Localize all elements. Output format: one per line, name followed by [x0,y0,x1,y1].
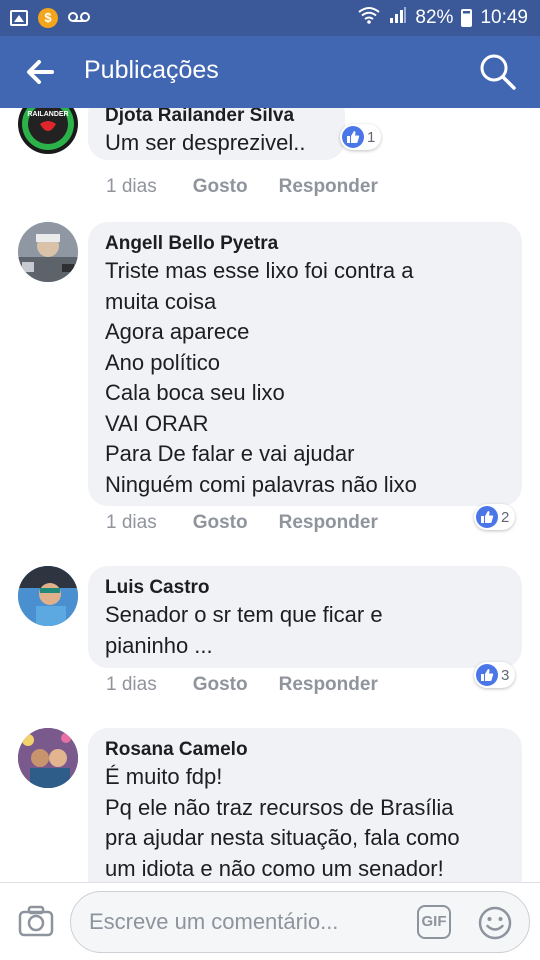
avatar[interactable]: RAILANDER [18,108,78,154]
page-title: Publicações [84,56,219,84]
comment-text: Um ser desprezivel.. [105,130,306,155]
battery-percent: 82% [415,7,454,28]
comment-text: Senador o sr tem que ficar e [105,602,383,627]
reply-button[interactable]: Responder [279,512,378,534]
avatar[interactable] [18,566,78,626]
thumbs-up-icon [342,126,364,148]
voicemail-icon [68,10,90,26]
like-button[interactable]: Gosto [193,512,248,534]
comment-text: um idiota e não como um senador! [105,855,444,881]
comment-meta: 1 dias Gosto Responder [106,674,378,696]
camera-button[interactable] [18,905,54,937]
status-bar: $ 82% 10:49 [0,0,540,36]
search-button[interactable] [478,52,518,92]
comment-author[interactable]: Luis Castro [105,576,504,600]
comment-text: Agora aparece [105,319,250,344]
battery-icon [461,9,473,27]
comment-placeholder: Escreve um comentário... [89,909,339,934]
comment-text: VAI ORAR [105,410,209,436]
avatar[interactable] [18,728,78,788]
comment-text: Pq ele não traz recursos de Brasília [105,794,454,820]
emoji-icon [478,906,512,940]
comment-item: Luis Castro Senador o sr tem que ficar e… [0,566,540,706]
coin-icon: $ [38,8,58,28]
comment-text: Para De falar e vai ajudar [105,441,355,466]
comment-text: pianinho ... [105,632,213,658]
comment-bubble[interactable]: Rosana Camelo É muito fdp! Pq ele não tr… [88,728,522,882]
like-count-badge[interactable]: 3 [474,662,516,688]
comment-text: muita coisa [105,288,217,314]
camera-icon [18,905,54,937]
comment-meta: 1 dias Gosto Responder [106,176,378,198]
reply-button[interactable]: Responder [279,176,378,198]
comment-text: Ano político [105,349,220,375]
comment-time: 1 dias [106,176,157,197]
comment-meta: 1 dias Gosto Responder [106,512,378,534]
like-count-badge[interactable]: 1 [340,124,382,150]
comment-author[interactable]: Rosana Camelo [105,738,504,762]
comment-text: É muito fdp! [105,764,223,789]
comments-list[interactable]: RAILANDER Djota Railander Silva Um ser d… [0,108,540,882]
like-button[interactable]: Gosto [193,176,248,198]
comment-bubble[interactable]: Luis Castro Senador o sr tem que ficar e… [88,566,522,668]
search-icon [480,54,516,90]
comment-text: Ninguém comi palavras não lixo [105,471,417,497]
comment-bubble[interactable]: Angell Bello Pyetra Triste mas esse lixo… [88,222,522,506]
comment-composer: Escreve um comentário... GIF [0,882,540,960]
gif-button[interactable]: GIF [417,905,451,939]
comment-bubble[interactable]: Djota Railander Silva Um ser desprezivel… [88,108,345,160]
avatar-logo-text: RAILANDER [27,111,68,118]
avatar[interactable] [18,222,78,282]
back-button[interactable] [22,54,58,90]
like-button[interactable]: Gosto [193,674,248,696]
emoji-button[interactable] [477,905,513,941]
thumbs-up-icon [476,664,498,686]
gallery-icon [10,10,28,26]
comment-item: Angell Bello Pyetra Triste mas esse lixo… [0,222,540,542]
comment-item: Rosana Camelo É muito fdp! Pq ele não tr… [0,728,540,882]
comment-author[interactable]: Angell Bello Pyetra [105,232,504,256]
reply-button[interactable]: Responder [279,674,378,696]
like-count: 2 [501,508,510,526]
clock: 10:49 [480,7,528,28]
like-count: 1 [367,128,376,146]
app-bar: Publicações [0,36,540,108]
comment-author[interactable]: Djota Railander Silva [105,108,327,128]
like-count: 3 [501,666,510,684]
comment-item: RAILANDER Djota Railander Silva Um ser d… [0,108,540,198]
comment-text: pra ajudar nesta situação, fala como [105,825,460,850]
comment-text: Triste mas esse lixo foi contra a [105,258,414,283]
like-count-badge[interactable]: 2 [474,504,516,530]
comment-time: 1 dias [106,674,157,695]
comment-input[interactable]: Escreve um comentário... GIF [70,891,530,953]
signal-icon [389,6,407,30]
thumbs-up-icon [476,506,498,528]
wifi-icon [357,6,381,30]
arrow-left-icon [27,60,54,84]
comment-text: Cala boca seu lixo [105,380,285,405]
comment-time: 1 dias [106,512,157,533]
